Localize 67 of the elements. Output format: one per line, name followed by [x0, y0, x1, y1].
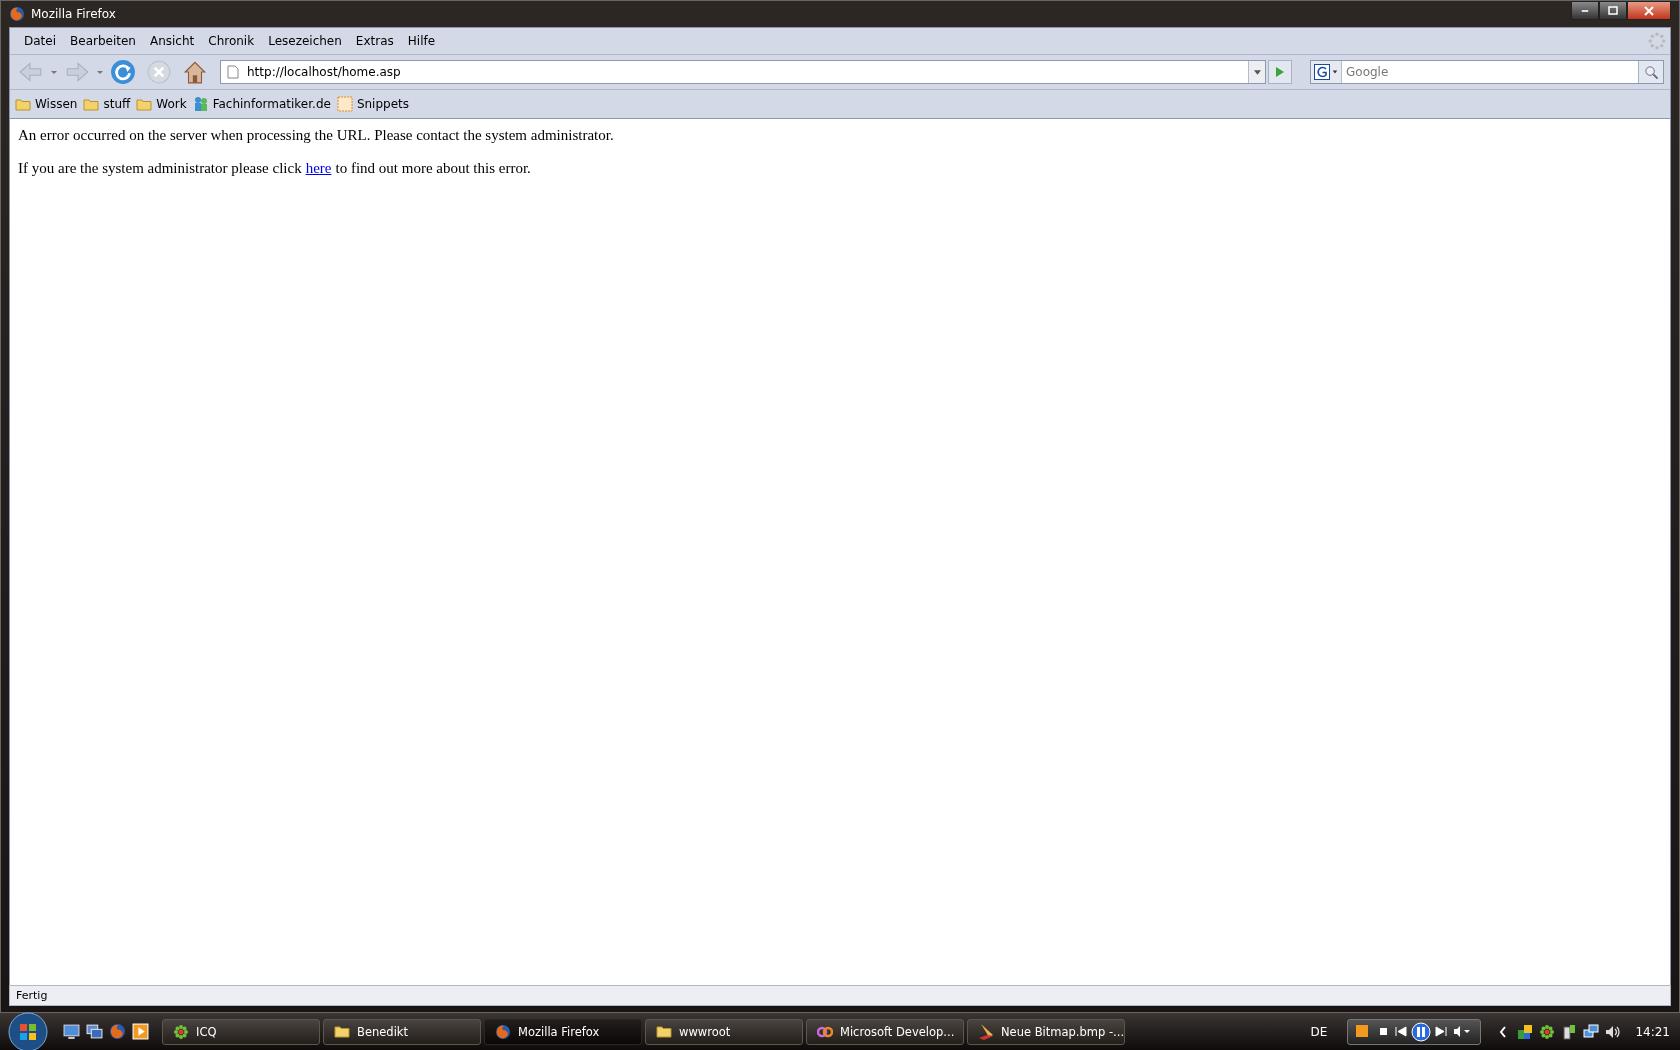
folder-icon [15, 96, 31, 112]
minimize-icon [1581, 9, 1589, 12]
taskbar-button[interactable]: wwwroot [645, 1018, 803, 1045]
menu-item[interactable]: Ansicht [142, 34, 202, 48]
throbber-icon [1648, 32, 1666, 50]
page-icon [227, 65, 239, 79]
status-text: Fertig [16, 989, 48, 1002]
window-title: Mozilla Firefox [31, 7, 116, 21]
play-icon [1275, 66, 1285, 78]
admin-text: to find out more about this error. [335, 160, 531, 176]
folder-icon [136, 96, 153, 112]
reload-icon[interactable] [110, 59, 136, 85]
bookmark-item[interactable]: Snippets [336, 96, 410, 112]
menu-item[interactable]: Bearbeiten [63, 34, 143, 48]
search-icon[interactable] [1638, 61, 1663, 83]
flower-icon [173, 1023, 189, 1040]
bookmark-item[interactable]: Fachinformatiker.de [192, 96, 331, 112]
dropdown-caret-icon[interactable] [50, 68, 58, 76]
firefox-icon[interactable] [109, 1023, 126, 1040]
language-indicator[interactable]: DE [1310, 1024, 1328, 1039]
menu-item[interactable]: Hilfe [400, 34, 443, 48]
folder-icon [334, 1023, 350, 1040]
go-button[interactable] [1268, 60, 1292, 84]
taskbar-button[interactable]: Benedikt [323, 1018, 481, 1045]
taskbar-button[interactable]: ICQ [162, 1018, 320, 1045]
taskbar-button[interactable]: Microsoft Develop... [806, 1018, 964, 1045]
menu-item[interactable]: Chronik [201, 34, 262, 48]
error-message: An error occurred on the server when processing the URL. Please contact the system administrator. [18, 127, 615, 144]
menu-item[interactable]: Lesezeichen [261, 34, 349, 48]
firefox-icon [9, 6, 25, 22]
firefox-icon [495, 1023, 511, 1040]
caret-icon [1253, 69, 1261, 75]
dropdown-caret-icon[interactable] [96, 68, 104, 76]
folder-icon [656, 1023, 672, 1040]
history-dropdown-button[interactable] [1248, 61, 1265, 83]
close-button[interactable] [1627, 1, 1671, 20]
folder-icon [83, 96, 100, 112]
taskbar-button[interactable]: Neue Bitmap.bmp -... [967, 1018, 1125, 1045]
clock[interactable]: 14:21 [1635, 1024, 1670, 1039]
admin-text: If you are the system administrator please click [18, 160, 302, 176]
dotted-square-icon [336, 96, 353, 112]
bookmark-item[interactable]: stuff [83, 96, 131, 112]
flower-icon[interactable] [1539, 1023, 1556, 1040]
taskbar-button[interactable]: Mozilla Firefox [484, 1018, 642, 1045]
media-player-toolbar[interactable] [1347, 1018, 1482, 1045]
people-icon [192, 96, 209, 112]
media-player-icon[interactable] [132, 1023, 149, 1040]
maximize-button[interactable] [1599, 1, 1627, 20]
brush-icon [978, 1023, 994, 1040]
address-bar[interactable]: http://localhost/home.asp [220, 60, 1266, 84]
network-icon[interactable] [1583, 1023, 1600, 1040]
windows-switch-icon[interactable] [86, 1023, 103, 1040]
start-button[interactable] [8, 1011, 48, 1050]
search-engine-icon[interactable] [1311, 61, 1342, 83]
menu-item[interactable]: Extras [348, 34, 401, 48]
minimize-button[interactable] [1571, 1, 1599, 20]
desktop-icon[interactable] [63, 1023, 80, 1040]
menu-item[interactable]: Datei [17, 34, 63, 48]
home-icon[interactable] [182, 59, 208, 85]
maximize-icon [1608, 5, 1618, 16]
here-link[interactable]: here [305, 160, 332, 176]
bookmark-item[interactable]: Work [136, 96, 187, 112]
bookmark-item[interactable]: Wissen [15, 96, 78, 112]
power-icon[interactable] [1561, 1023, 1578, 1040]
search-bar[interactable]: Google [1310, 60, 1664, 84]
blocks-icon[interactable] [1517, 1023, 1534, 1040]
close-icon [1644, 5, 1654, 16]
